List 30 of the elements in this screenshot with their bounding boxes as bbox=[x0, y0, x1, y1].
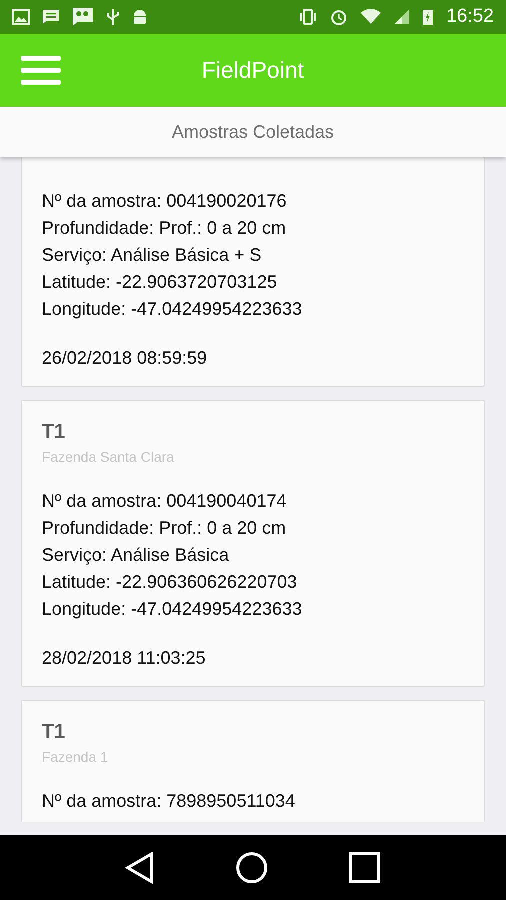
sample-detail: Nº da amostra: 004190040174 bbox=[42, 490, 288, 513]
sample-detail: Longitude: -47.04249954223633 bbox=[42, 298, 304, 321]
message-icon bbox=[42, 9, 60, 25]
battery-icon bbox=[422, 8, 434, 26]
vibrate-icon bbox=[298, 9, 318, 25]
sample-detail: Profundidade: Prof.: 0 a 20 cm bbox=[42, 217, 288, 240]
app-title: FieldPoint bbox=[202, 57, 304, 84]
sample-date: 28/02/2018 11:03:25 bbox=[42, 647, 207, 670]
recents-icon[interactable] bbox=[348, 852, 381, 884]
back-icon[interactable] bbox=[125, 852, 156, 884]
page-title: Amostras Coletadas bbox=[172, 122, 334, 142]
sample-detail: Profundidade: Prof.: 0 a 20 cm bbox=[42, 517, 288, 540]
wifi-icon bbox=[360, 9, 382, 25]
signal-icon bbox=[394, 9, 410, 25]
sample-card[interactable]: Nº da amostra: 004190020176 Profundidade: Prof.: 0 a 20 cm Serviço: Análise Básica + S Latitude: -22.9063720703125 Longitude: -47.04249954223633 26/02/2018 08:59:59 bbox=[21, 157, 485, 387]
sample-detail: Serviço: Análise Básica bbox=[42, 544, 230, 567]
sample-date: 26/02/2018 08:59:59 bbox=[42, 347, 208, 370]
alarm-icon bbox=[330, 8, 348, 26]
sample-detail: Serviço: Análise Básica + S bbox=[42, 244, 263, 267]
home-icon[interactable] bbox=[236, 852, 268, 884]
clock-time: 16:52 bbox=[446, 6, 494, 28]
sample-detail: Nº da amostra: 004190020176 bbox=[42, 190, 288, 213]
sample-title: T1 bbox=[42, 420, 66, 445]
sample-detail: Nº da amostra: 7898950511034 bbox=[42, 790, 296, 813]
sample-detail: Latitude: -22.9063720703125 bbox=[42, 271, 278, 294]
menu-icon bbox=[21, 56, 61, 86]
sample-detail: Latitude: -22.906360626220703 bbox=[42, 571, 298, 594]
sample-title: T1 bbox=[42, 720, 66, 745]
image-icon bbox=[12, 9, 30, 25]
sample-detail: Longitude: -47.04249954223633 bbox=[42, 598, 304, 621]
